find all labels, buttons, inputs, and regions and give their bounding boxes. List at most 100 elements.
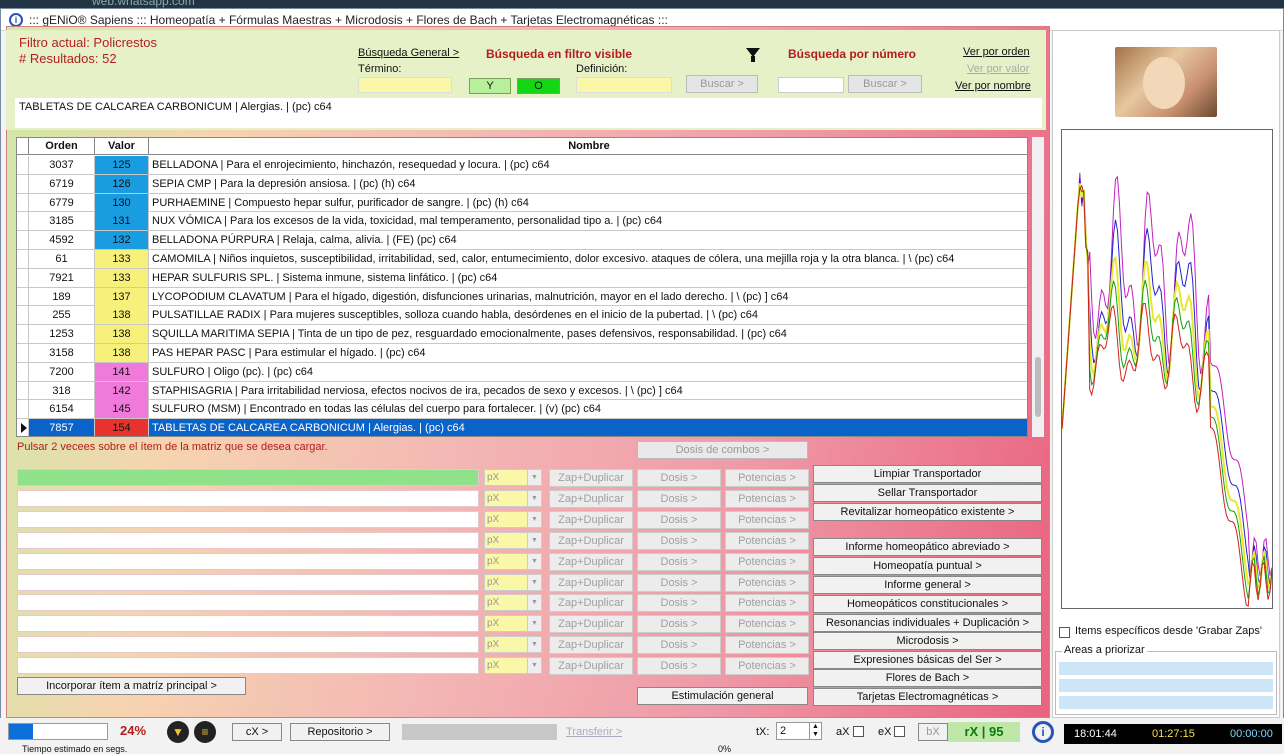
transport-input[interactable] xyxy=(17,615,479,633)
table-row[interactable]: 4592 132 BELLADONA PÚRPURA | Relaja, calma… xyxy=(17,231,1027,250)
action-button[interactable]: Limpiar Transportador xyxy=(813,465,1042,483)
chevron-down-icon[interactable]: ▼ xyxy=(527,553,541,569)
table-row[interactable]: 7200 141 SULFURO | Oligo (pc). | (pc) c64 xyxy=(17,362,1027,382)
potencias-button[interactable]: Potencias > xyxy=(725,573,809,592)
down-arrow-icon[interactable]: ▼ xyxy=(167,721,189,743)
row-selector[interactable] xyxy=(17,325,29,344)
action-button[interactable]: Informe general > xyxy=(813,576,1042,594)
chevron-down-icon[interactable]: ▼ xyxy=(527,574,541,590)
zap-duplicar-button[interactable]: Zap+Duplicar xyxy=(549,657,633,676)
table-row[interactable]: 318 142 STAPHISAGRIA | Para irritabilidad … xyxy=(17,381,1027,401)
potencias-button[interactable]: Potencias > xyxy=(725,531,809,550)
potencias-button[interactable]: Potencias > xyxy=(725,657,809,676)
potencias-button[interactable]: Potencias > xyxy=(725,615,809,634)
dosis-button[interactable]: Dosis > xyxy=(637,594,721,613)
zap-duplicar-button[interactable]: Zap+Duplicar xyxy=(549,552,633,571)
incorporar-button[interactable]: Incorporar ítem a matríz principal > xyxy=(17,677,246,695)
area-bar[interactable] xyxy=(1059,662,1273,675)
transport-input[interactable] xyxy=(17,636,479,654)
px-select[interactable]: pX ▼ xyxy=(484,636,542,654)
estimulacion-general-button[interactable]: Estimulación general xyxy=(637,687,808,705)
table-row[interactable]: 3185 131 NUX VÓMICA | Para los excesos de … xyxy=(17,212,1027,232)
scrollbar-thumb[interactable] xyxy=(1035,357,1041,417)
row-selector[interactable] xyxy=(17,381,29,400)
transport-input[interactable] xyxy=(17,489,479,507)
potencias-button[interactable]: Potencias > xyxy=(725,510,809,529)
table-row[interactable]: 6779 130 PURHAEMINE | Compuesto hepar sulf… xyxy=(17,193,1027,213)
px-select[interactable]: pX ▼ xyxy=(484,657,542,675)
spinner-arrows-icon[interactable]: ▲ ▼ xyxy=(809,723,821,739)
table-row[interactable]: 61 133 CAMOMILA | Niños inquietos, suscept… xyxy=(17,250,1027,269)
row-selector[interactable] xyxy=(17,400,29,419)
table-row[interactable]: 6154 145 SULFURO (MSM) | Encontrado en tod… xyxy=(17,400,1027,420)
filter-funnel-icon[interactable] xyxy=(746,48,760,62)
bx-button[interactable]: bX xyxy=(918,723,948,741)
action-button[interactable]: Microdosis > xyxy=(813,632,1042,650)
action-button[interactable]: Informe homeopático abreviado > xyxy=(813,538,1042,556)
row-selector[interactable] xyxy=(17,419,29,436)
row-selector[interactable] xyxy=(17,306,29,325)
row-selector[interactable] xyxy=(17,268,29,287)
transport-input[interactable] xyxy=(17,552,479,570)
px-select[interactable]: pX ▼ xyxy=(484,594,542,612)
dosis-button[interactable]: Dosis > xyxy=(637,657,721,676)
dosis-button[interactable]: Dosis > xyxy=(637,615,721,634)
row-selector[interactable] xyxy=(17,174,29,193)
row-selector[interactable] xyxy=(17,344,29,362)
action-button[interactable]: Homeopatía puntual > xyxy=(813,557,1042,575)
px-select[interactable]: pX ▼ xyxy=(484,469,542,486)
chevron-down-icon[interactable]: ▼ xyxy=(527,470,541,485)
zap-duplicar-button[interactable]: Zap+Duplicar xyxy=(549,615,633,634)
dosis-button[interactable]: Dosis > xyxy=(637,552,721,571)
app-info-icon[interactable]: i xyxy=(9,12,23,27)
row-selector[interactable] xyxy=(17,193,29,212)
ver-valor-link[interactable]: Ver por valor xyxy=(967,63,1029,75)
buscar-numero-button[interactable]: Buscar > xyxy=(848,75,922,93)
busqueda-general-link[interactable]: Búsqueda General > xyxy=(358,47,459,59)
chevron-down-icon[interactable]: ▼ xyxy=(527,511,541,527)
table-row[interactable]: 3158 138 PAS HEPAR PASC | Para estimular e… xyxy=(17,344,1027,363)
chevron-down-icon[interactable]: ▼ xyxy=(527,490,541,506)
transport-input[interactable] xyxy=(17,531,479,549)
transport-input[interactable] xyxy=(17,573,479,591)
action-button[interactable]: Revitalizar homeopático existente > xyxy=(813,503,1042,521)
rx-indicator[interactable]: rX | 95 xyxy=(948,722,1020,742)
px-select[interactable]: pX ▼ xyxy=(484,573,542,591)
cx-button[interactable]: cX > xyxy=(232,723,282,741)
ax-checkbox[interactable] xyxy=(853,726,864,737)
zap-duplicar-button[interactable]: Zap+Duplicar xyxy=(549,489,633,508)
and-button[interactable]: Y xyxy=(469,78,511,94)
table-row[interactable]: 7857 154 TABLETAS DE CALCAREA CARBONICUM |… xyxy=(17,419,1027,436)
dosis-combos-button[interactable]: Dosis de combos > xyxy=(637,441,808,459)
ex-checkbox[interactable] xyxy=(894,726,905,737)
table-row[interactable]: 3037 125 BELLADONA | Para el enrojecimient… xyxy=(17,156,1027,175)
px-select[interactable]: pX ▼ xyxy=(484,489,542,507)
row-selector[interactable] xyxy=(17,231,29,250)
transferir-link[interactable]: Transferir > xyxy=(566,726,622,738)
dosis-button[interactable]: Dosis > xyxy=(637,636,721,655)
info-icon[interactable]: i xyxy=(1032,721,1054,743)
action-button[interactable]: Flores de Bach > xyxy=(813,669,1042,687)
zap-duplicar-button[interactable]: Zap+Duplicar xyxy=(549,636,633,655)
table-row[interactable]: 1253 138 SQUILLA MARITIMA SEPIA | Tinta de… xyxy=(17,325,1027,344)
zap-duplicar-button[interactable]: Zap+Duplicar xyxy=(549,531,633,550)
zap-duplicar-button[interactable]: Zap+Duplicar xyxy=(549,510,633,529)
table-row[interactable]: 6719 126 SEPIA CMP | Para la depresión ans… xyxy=(17,174,1027,194)
ver-nombre-link[interactable]: Ver por nombre xyxy=(955,80,1031,92)
area-bar[interactable] xyxy=(1059,696,1273,709)
chevron-down-icon[interactable]: ▼ xyxy=(527,637,541,653)
chevron-down-icon[interactable]: ▼ xyxy=(527,595,541,611)
table-row[interactable]: 7921 133 HEPAR SULFURIS SPL. | Sistema inm… xyxy=(17,268,1027,288)
potencias-button[interactable]: Potencias > xyxy=(725,552,809,571)
action-button[interactable]: Tarjetas Electromagnéticas > xyxy=(813,688,1042,706)
repositorio-button[interactable]: Repositorio > xyxy=(290,723,390,741)
zap-duplicar-button[interactable]: Zap+Duplicar xyxy=(549,573,633,592)
termino-input[interactable] xyxy=(358,77,452,93)
row-selector[interactable] xyxy=(17,212,29,231)
zap-duplicar-button[interactable]: Zap+Duplicar xyxy=(549,594,633,613)
column-orden[interactable]: Orden xyxy=(29,138,95,155)
zap-duplicar-button[interactable]: Zap+Duplicar xyxy=(549,469,633,487)
row-selector[interactable] xyxy=(17,287,29,306)
equals-icon[interactable]: ≡ xyxy=(194,721,216,743)
column-valor[interactable]: Valor xyxy=(95,138,149,155)
